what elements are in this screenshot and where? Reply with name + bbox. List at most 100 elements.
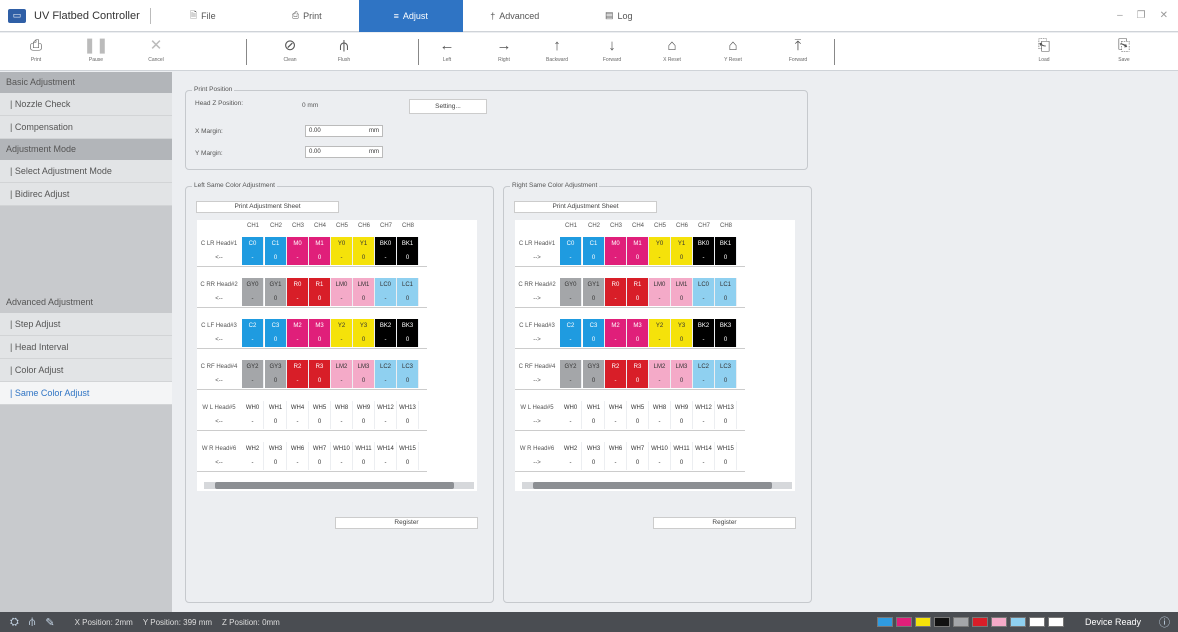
value-cell[interactable]: - <box>375 456 397 470</box>
save-button[interactable]: ⎘ Save <box>1104 35 1144 63</box>
nozzle-cell[interactable]: WH9 <box>671 401 693 415</box>
value-cell[interactable]: - <box>605 251 627 265</box>
value-cell[interactable]: 0 <box>265 333 287 347</box>
value-cell[interactable]: - <box>649 251 671 265</box>
nozzle-cell[interactable]: BK0 <box>693 237 715 251</box>
flush-button[interactable]: ⫛ Flush <box>324 35 364 63</box>
backward-button[interactable]: ↑ Backward <box>537 35 577 63</box>
value-cell[interactable]: 0 <box>397 415 419 429</box>
value-cell[interactable]: - <box>375 415 397 429</box>
nozzle-cell[interactable]: Y2 <box>649 319 671 333</box>
nozzle-cell[interactable]: GY0 <box>560 278 582 292</box>
pause-button[interactable]: ❚❚ Pause <box>76 35 116 63</box>
value-cell[interactable]: - <box>375 374 397 388</box>
nozzle-cell[interactable]: M1 <box>627 237 649 251</box>
value-cell[interactable]: - <box>331 333 353 347</box>
nozzle-cell[interactable]: GY2 <box>242 360 264 374</box>
value-cell[interactable]: 0 <box>627 456 649 470</box>
nozzle-cell[interactable]: LM3 <box>671 360 693 374</box>
y-margin-field[interactable]: 0.00 mm <box>305 146 383 158</box>
nozzle-cell[interactable]: WH3 <box>583 442 605 456</box>
value-cell[interactable]: - <box>560 333 582 347</box>
nozzle-cell[interactable]: WH8 <box>331 401 353 415</box>
nozzle-cell[interactable]: Y1 <box>671 237 693 251</box>
tab-adjust[interactable]: ≡ Adjust <box>358 0 463 32</box>
nozzle-cell[interactable]: WH3 <box>265 442 287 456</box>
nozzle-cell[interactable]: WH2 <box>560 442 582 456</box>
tab-log[interactable]: ▤ Log <box>567 0 671 32</box>
value-cell[interactable]: - <box>693 374 715 388</box>
tab-file[interactable]: 🗎 File <box>151 0 255 32</box>
x-reset-button[interactable]: ⌂ X Reset <box>652 35 692 63</box>
value-cell[interactable]: - <box>605 456 627 470</box>
nozzle-cell[interactable]: WH15 <box>397 442 419 456</box>
nozzle-cell[interactable]: LM1 <box>353 278 375 292</box>
value-cell[interactable]: 0 <box>265 456 287 470</box>
nozzle-cell[interactable]: Y1 <box>353 237 375 251</box>
nozzle-cell[interactable]: WH11 <box>353 442 375 456</box>
value-cell[interactable]: 0 <box>397 251 419 265</box>
value-cell[interactable]: - <box>649 374 671 388</box>
nozzle-cell[interactable]: LM0 <box>331 278 353 292</box>
value-cell[interactable]: - <box>560 292 582 306</box>
nozzle-cell[interactable]: M2 <box>605 319 627 333</box>
value-cell[interactable]: - <box>331 292 353 306</box>
nozzle-cell[interactable]: WH5 <box>627 401 649 415</box>
value-cell[interactable]: - <box>560 251 582 265</box>
value-cell[interactable]: 0 <box>309 374 331 388</box>
nozzle-cell[interactable]: WH2 <box>242 442 264 456</box>
value-cell[interactable]: - <box>375 251 397 265</box>
sidebar-item-bidirec[interactable]: | Bidirec Adjust <box>0 183 172 206</box>
value-cell[interactable]: - <box>375 333 397 347</box>
nozzle-cell[interactable]: C1 <box>265 237 287 251</box>
nozzle-cell[interactable]: R0 <box>605 278 627 292</box>
tab-advanced[interactable]: † Advanced <box>463 0 567 32</box>
value-cell[interactable]: 0 <box>671 415 693 429</box>
value-cell[interactable]: 0 <box>265 251 287 265</box>
nozzle-cell[interactable]: WH6 <box>605 442 627 456</box>
setting-button[interactable]: Setting... <box>409 99 487 114</box>
value-cell[interactable]: - <box>287 456 309 470</box>
value-cell[interactable]: 0 <box>583 374 605 388</box>
nozzle-cell[interactable]: C3 <box>583 319 605 333</box>
nozzle-cell[interactable]: C3 <box>265 319 287 333</box>
value-cell[interactable]: 0 <box>627 415 649 429</box>
register-button[interactable]: Register <box>335 517 478 529</box>
nozzle-cell[interactable]: WH1 <box>583 401 605 415</box>
nozzle-cell[interactable]: GY2 <box>560 360 582 374</box>
value-cell[interactable]: 0 <box>397 292 419 306</box>
nozzle-cell[interactable]: Y0 <box>331 237 353 251</box>
nozzle-cell[interactable]: WH15 <box>715 442 737 456</box>
tab-print[interactable]: ⎙ Print <box>255 0 359 32</box>
nozzle-cell[interactable]: R2 <box>287 360 309 374</box>
nozzle-cell[interactable]: C0 <box>242 237 264 251</box>
x-margin-field[interactable]: 0.00 mm <box>305 125 383 137</box>
nozzle-cell[interactable]: BK2 <box>693 319 715 333</box>
horizontal-scrollbar-thumb[interactable] <box>215 482 454 489</box>
value-cell[interactable]: 0 <box>715 251 737 265</box>
nozzle-cell[interactable]: GY0 <box>242 278 264 292</box>
nozzle-cell[interactable]: R1 <box>627 278 649 292</box>
nozzle-cell[interactable]: WH14 <box>375 442 397 456</box>
nozzle-cell[interactable]: GY1 <box>265 278 287 292</box>
nozzle-cell[interactable]: R3 <box>309 360 331 374</box>
value-cell[interactable]: - <box>649 456 671 470</box>
value-cell[interactable]: 0 <box>265 415 287 429</box>
value-cell[interactable]: - <box>605 292 627 306</box>
nozzle-cell[interactable]: R2 <box>605 360 627 374</box>
value-cell[interactable]: - <box>693 333 715 347</box>
minimize-icon[interactable]: – <box>1117 10 1123 21</box>
sidebar-item-step-adjust[interactable]: | Step Adjust <box>0 313 172 336</box>
nozzle-cell[interactable]: WH4 <box>605 401 627 415</box>
value-cell[interactable]: 0 <box>309 415 331 429</box>
nozzle-cell[interactable]: WH0 <box>560 401 582 415</box>
value-cell[interactable]: - <box>287 292 309 306</box>
value-cell[interactable]: - <box>560 374 582 388</box>
print-button[interactable]: ⎙ Print <box>16 35 56 63</box>
nozzle-cell[interactable]: Y2 <box>331 319 353 333</box>
value-cell[interactable]: - <box>242 415 264 429</box>
sidebar-item-compensation[interactable]: | Compensation <box>0 116 172 139</box>
nozzle-cell[interactable]: WH7 <box>627 442 649 456</box>
close-icon[interactable]: ✕ <box>1160 10 1168 21</box>
print-adjustment-sheet-button[interactable]: Print Adjustment Sheet <box>514 201 657 213</box>
